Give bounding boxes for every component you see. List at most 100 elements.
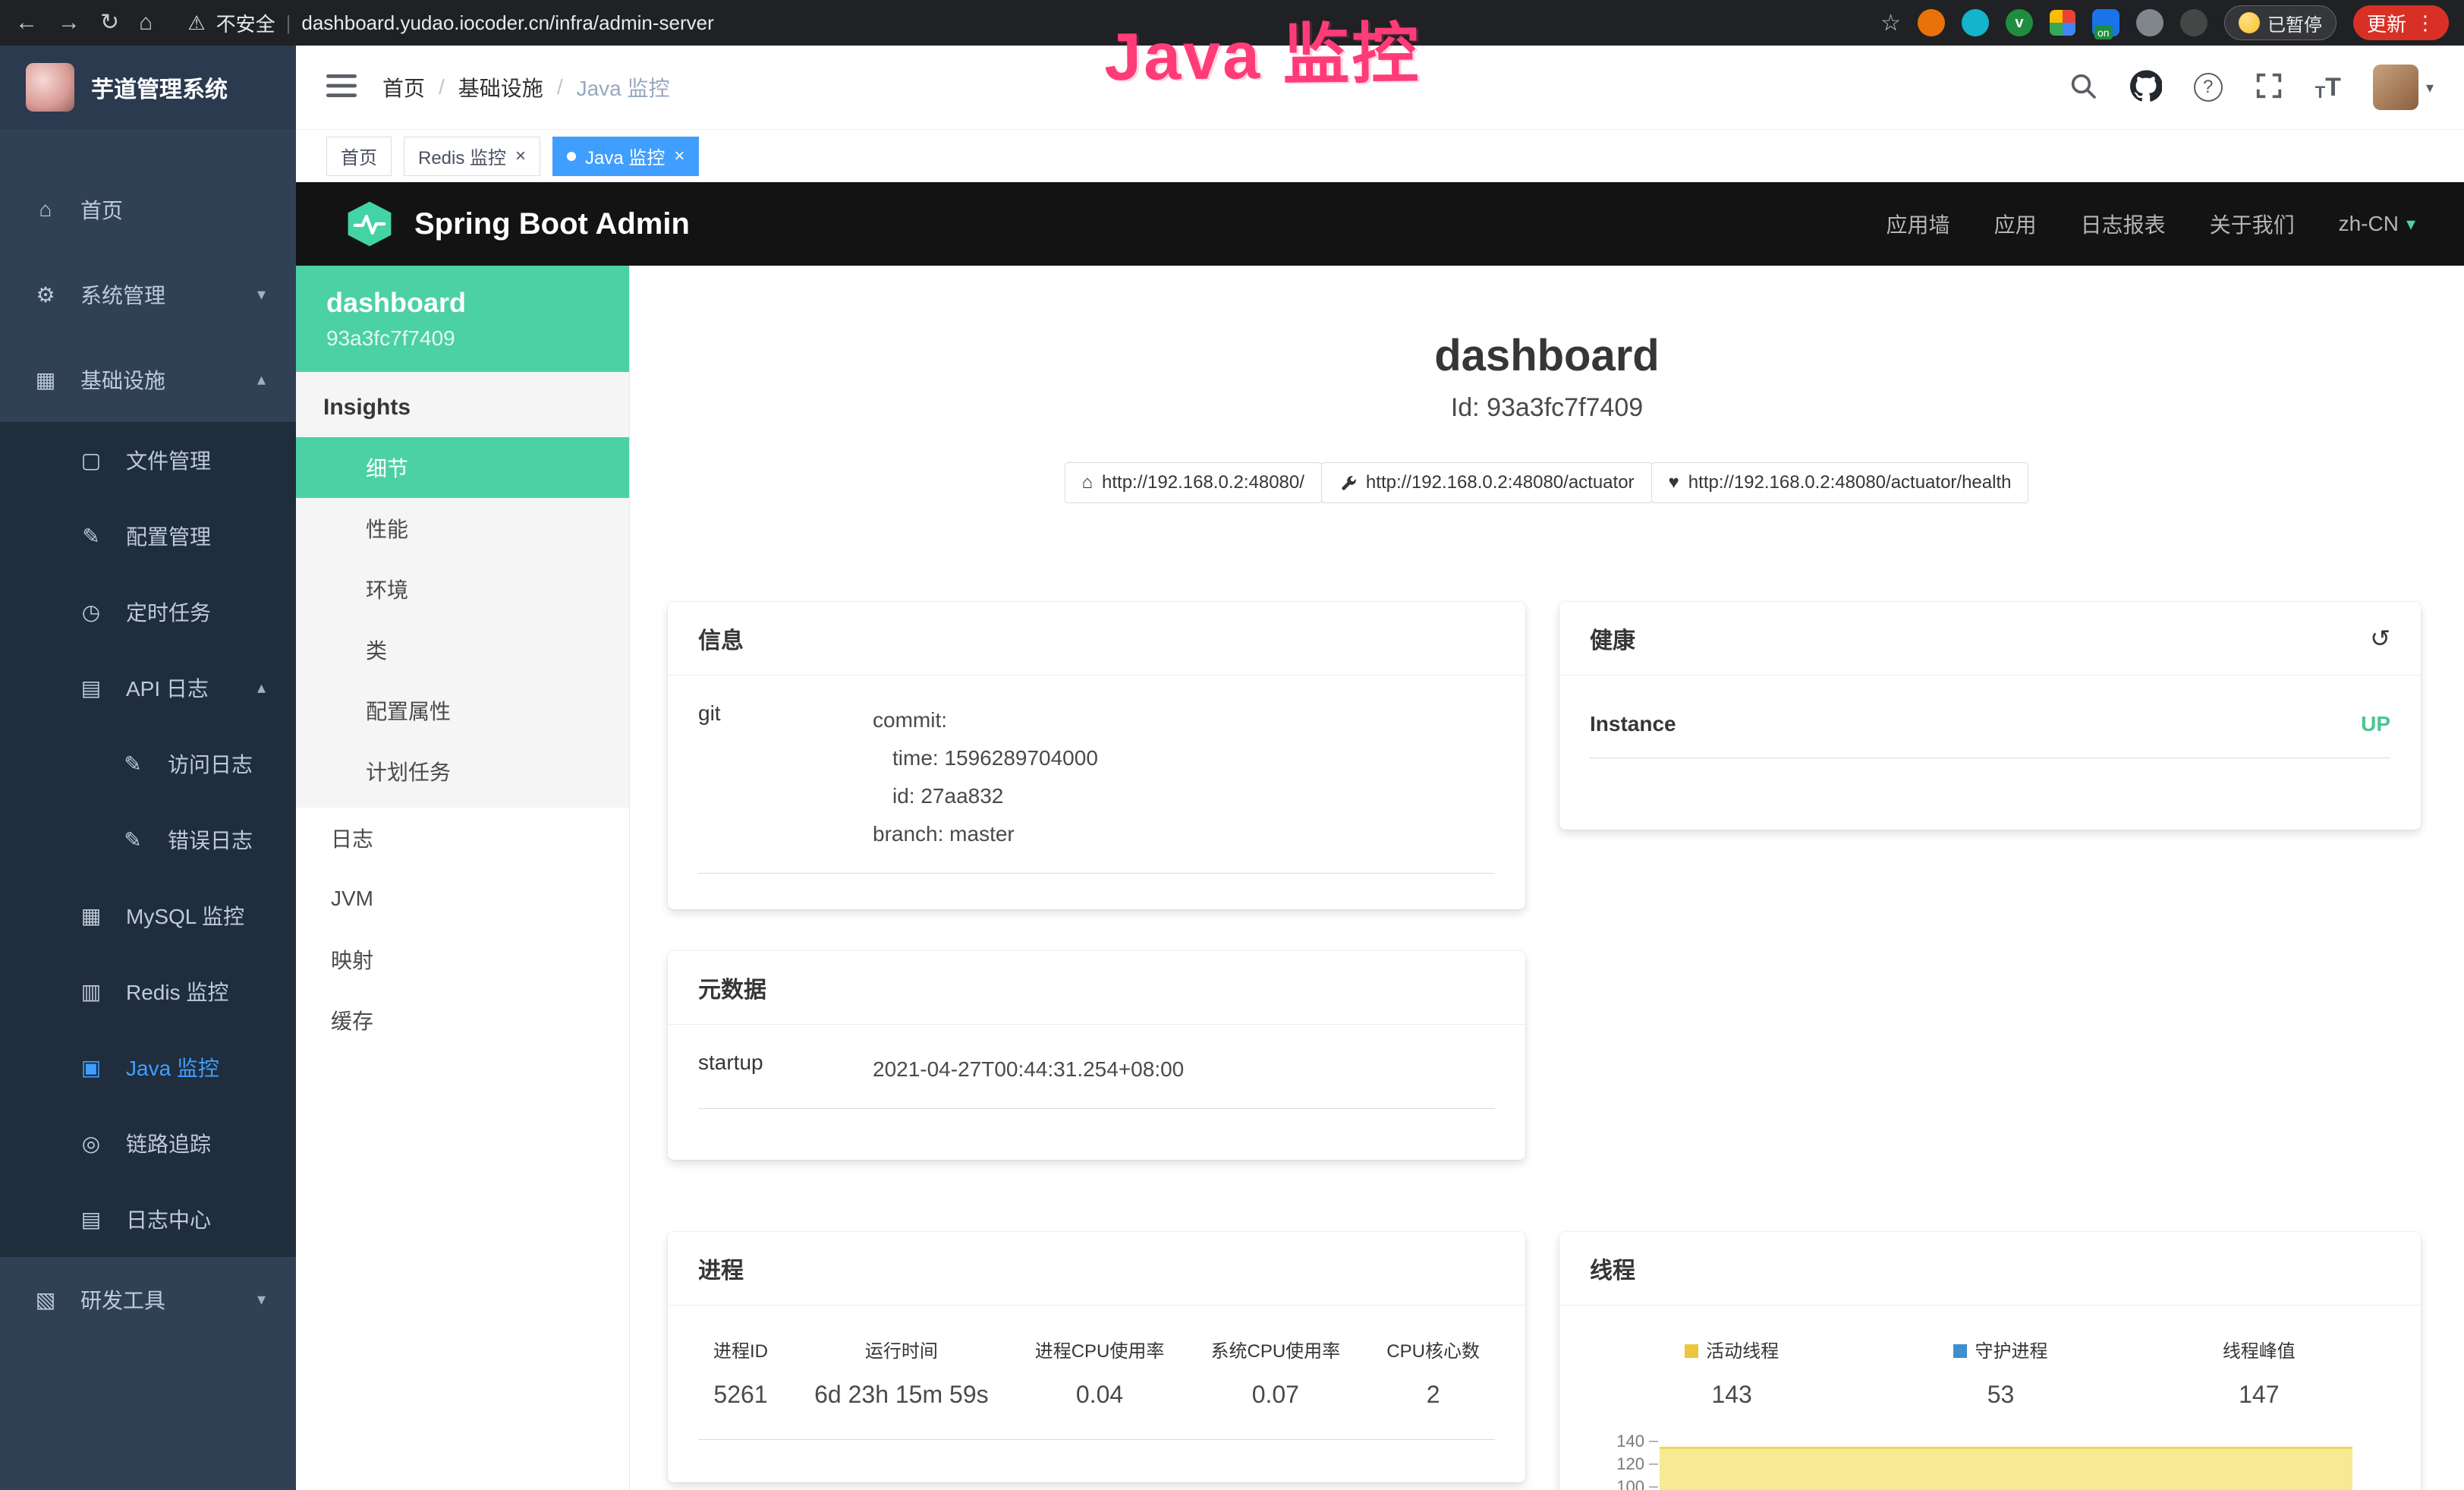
health-row-instance[interactable]: Instance UP — [1590, 701, 2390, 758]
stat-label: 系统CPU使用率 — [1211, 1336, 1341, 1362]
fullscreen-button[interactable] — [2255, 71, 2283, 104]
sidebar-item-access-log[interactable]: ✎ 访问日志 — [0, 726, 296, 802]
chrome-update-button[interactable]: 更新 ⋮ — [2353, 5, 2449, 40]
extension-icon-7[interactable] — [2180, 9, 2208, 36]
health-instance-label: Instance — [1590, 712, 1676, 736]
navbar-actions: ? TT ▾ — [2068, 65, 2434, 110]
browser-home-button[interactable]: ⌂ — [139, 11, 153, 34]
github-button[interactable] — [2130, 70, 2162, 106]
sba-nav-journal[interactable]: 日志报表 — [2081, 209, 2166, 239]
fullscreen-icon — [2255, 71, 2283, 100]
not-secure-warning-icon: ⚠ — [187, 11, 205, 35]
sba-brand-title[interactable]: Spring Boot Admin — [414, 207, 690, 241]
instance-health-link[interactable]: ♥ http://192.168.0.2:48080/actuator/heal… — [1651, 462, 2029, 503]
sba-menu-caches[interactable]: 缓存 — [296, 990, 629, 1051]
close-icon[interactable]: × — [515, 146, 526, 167]
emoji-face-icon — [2239, 12, 2260, 33]
extension-icon-3[interactable]: v — [2006, 9, 2033, 36]
breadcrumb-infrastructure[interactable]: 基础设施 — [458, 72, 543, 102]
profile-paused-badge[interactable]: 已暂停 — [2224, 5, 2337, 40]
sidebar-item-error-log[interactable]: ✎ 错误日志 — [0, 802, 296, 877]
locale-select[interactable]: zh-CN ▾ — [2339, 212, 2415, 236]
stat-value: 0.04 — [1035, 1381, 1165, 1409]
breadcrumb-home[interactable]: 首页 — [382, 72, 425, 102]
sba-nav-about[interactable]: 关于我们 — [2210, 209, 2295, 239]
extension-icon-2[interactable] — [1962, 9, 1989, 36]
search-button[interactable] — [2068, 71, 2098, 105]
instance-actuator-link[interactable]: http://192.168.0.2:48080/actuator — [1321, 462, 1652, 503]
help-button[interactable]: ? — [2194, 73, 2223, 102]
sba-menu-details[interactable]: 细节 — [296, 437, 629, 498]
tag-redis-monitor[interactable]: Redis 监控 × — [404, 137, 540, 176]
legend-label: 活动线程 — [1685, 1336, 1779, 1362]
log-center-icon: ▤ — [76, 1207, 106, 1232]
active-dot — [567, 152, 576, 161]
tag-java-monitor[interactable]: Java 监控 × — [552, 137, 699, 176]
sidebar-item-dev-tools[interactable]: ▧ 研发工具 ▾ — [0, 1257, 296, 1342]
tag-home[interactable]: 首页 — [326, 137, 392, 176]
sba-menu-jvm[interactable]: JVM — [296, 868, 629, 929]
more-menu-icon[interactable]: ⋮ — [2415, 13, 2435, 33]
sidebar-item-system-mgmt[interactable]: ⚙ 系统管理 ▾ — [0, 252, 296, 337]
forward-button[interactable]: → — [58, 11, 80, 34]
instance-root-link[interactable]: ⌂ http://192.168.0.2:48080/ — [1065, 462, 1322, 503]
instance-header[interactable]: dashboard 93a3fc7f7409 — [296, 266, 629, 372]
sidebar-item-java-monitor[interactable]: ▣ Java 监控 — [0, 1029, 296, 1105]
history-icon[interactable]: ↺ — [2370, 624, 2390, 653]
sidebar-item-redis-monitor[interactable]: ▥ Redis 监控 — [0, 953, 296, 1029]
app-logo-row[interactable]: 芋道管理系统 — [0, 46, 296, 129]
process-card: 进程 进程ID 5261 运行时间 — [668, 1232, 1525, 1482]
spring-boot-admin: Spring Boot Admin 应用墙 应用 日志报表 关于我们 zh-CN… — [296, 182, 2464, 1490]
sba-menu-mappings[interactable]: 映射 — [296, 929, 629, 990]
sidebar-item-mysql-monitor[interactable]: ▦ MySQL 监控 — [0, 877, 296, 953]
redis-icon: ▥ — [76, 979, 106, 1004]
address-bar[interactable]: ⚠ 不安全 | dashboard.yudao.iocoder.cn/infra… — [172, 6, 1861, 39]
admin-sidebar: 芋道管理系统 ⌂ 首页 ⚙ 系统管理 ▾ ▦ 基础设施 ▴ ▢ 文件管理 — [0, 46, 296, 1490]
tick-mark — [1649, 1486, 1658, 1488]
chevron-down-icon: ▾ — [257, 1290, 266, 1309]
stat-label: 运行时间 — [814, 1336, 989, 1362]
sidebar-item-file-mgmt[interactable]: ▢ 文件管理 — [0, 422, 296, 498]
sidebar-item-api-logs[interactable]: ▤ API 日志 ▴ — [0, 650, 296, 726]
sidebar-collapse-button[interactable] — [326, 73, 357, 102]
extension-icon-1[interactable] — [1918, 9, 1945, 36]
insights-section-label: Insights — [296, 372, 629, 437]
sba-menu-config-props[interactable]: 配置属性 — [296, 680, 629, 741]
bookmark-star-icon[interactable]: ☆ — [1880, 10, 1901, 36]
info-card: 信息 git commit: time: 1596289704000 id: 2 — [668, 602, 1525, 909]
extension-icon-4[interactable] — [2050, 10, 2075, 36]
back-button[interactable]: ← — [15, 11, 38, 34]
user-menu[interactable]: ▾ — [2373, 65, 2434, 110]
sba-menu-environment[interactable]: 环境 — [296, 559, 629, 619]
font-size-button[interactable]: TT — [2315, 73, 2341, 102]
extension-icon-5[interactable]: on — [2092, 9, 2119, 36]
threads-card-body: 活动线程 143 守护进程 53 — [1559, 1306, 2421, 1490]
card-title: 线程 — [1590, 1252, 1635, 1285]
instance-links: ⌂ http://192.168.0.2:48080/ http://192.1… — [630, 462, 2464, 503]
info-card-body: git commit: time: 1596289704000 id: 27aa… — [668, 676, 1525, 904]
sba-logo-icon — [345, 201, 395, 247]
reload-button[interactable]: ↻ — [100, 11, 119, 34]
sidebar-item-log-center[interactable]: ▤ 日志中心 — [0, 1181, 296, 1257]
sba-nav-applications[interactable]: 应用 — [1994, 209, 2037, 239]
sidebar-item-config-mgmt[interactable]: ✎ 配置管理 — [0, 498, 296, 574]
legend-value: 143 — [1685, 1381, 1779, 1409]
home-icon: ⌂ — [1082, 472, 1094, 493]
chart-y-axis: 140 120 100 — [1590, 1430, 1658, 1490]
sidebar-item-scheduled-jobs[interactable]: ◷ 定时任务 — [0, 574, 296, 650]
sidebar-item-infrastructure[interactable]: ▦ 基础设施 ▴ — [0, 337, 296, 422]
sba-menu-classes[interactable]: 类 — [296, 619, 629, 680]
extension-icon-6[interactable] — [2136, 9, 2163, 36]
sba-nav-wallboard[interactable]: 应用墙 — [1887, 209, 1950, 239]
status-badge: UP — [2361, 712, 2390, 736]
sba-menu-scheduled-tasks[interactable]: 计划任务 — [296, 741, 629, 802]
sba-menu-logs[interactable]: 日志 — [296, 808, 629, 868]
sba-menu-performance[interactable]: 性能 — [296, 498, 629, 559]
instance-id-line: Id: 93a3fc7f7409 — [630, 393, 2464, 423]
sidebar-item-tracing[interactable]: ◎ 链路追踪 — [0, 1105, 296, 1181]
stat-value: 0.07 — [1211, 1381, 1341, 1409]
sidebar-item-home[interactable]: ⌂ 首页 — [0, 167, 296, 252]
close-icon[interactable]: × — [674, 146, 684, 167]
avatar — [2373, 65, 2418, 110]
git-commit-id: id: 27aa832 — [873, 777, 1098, 815]
